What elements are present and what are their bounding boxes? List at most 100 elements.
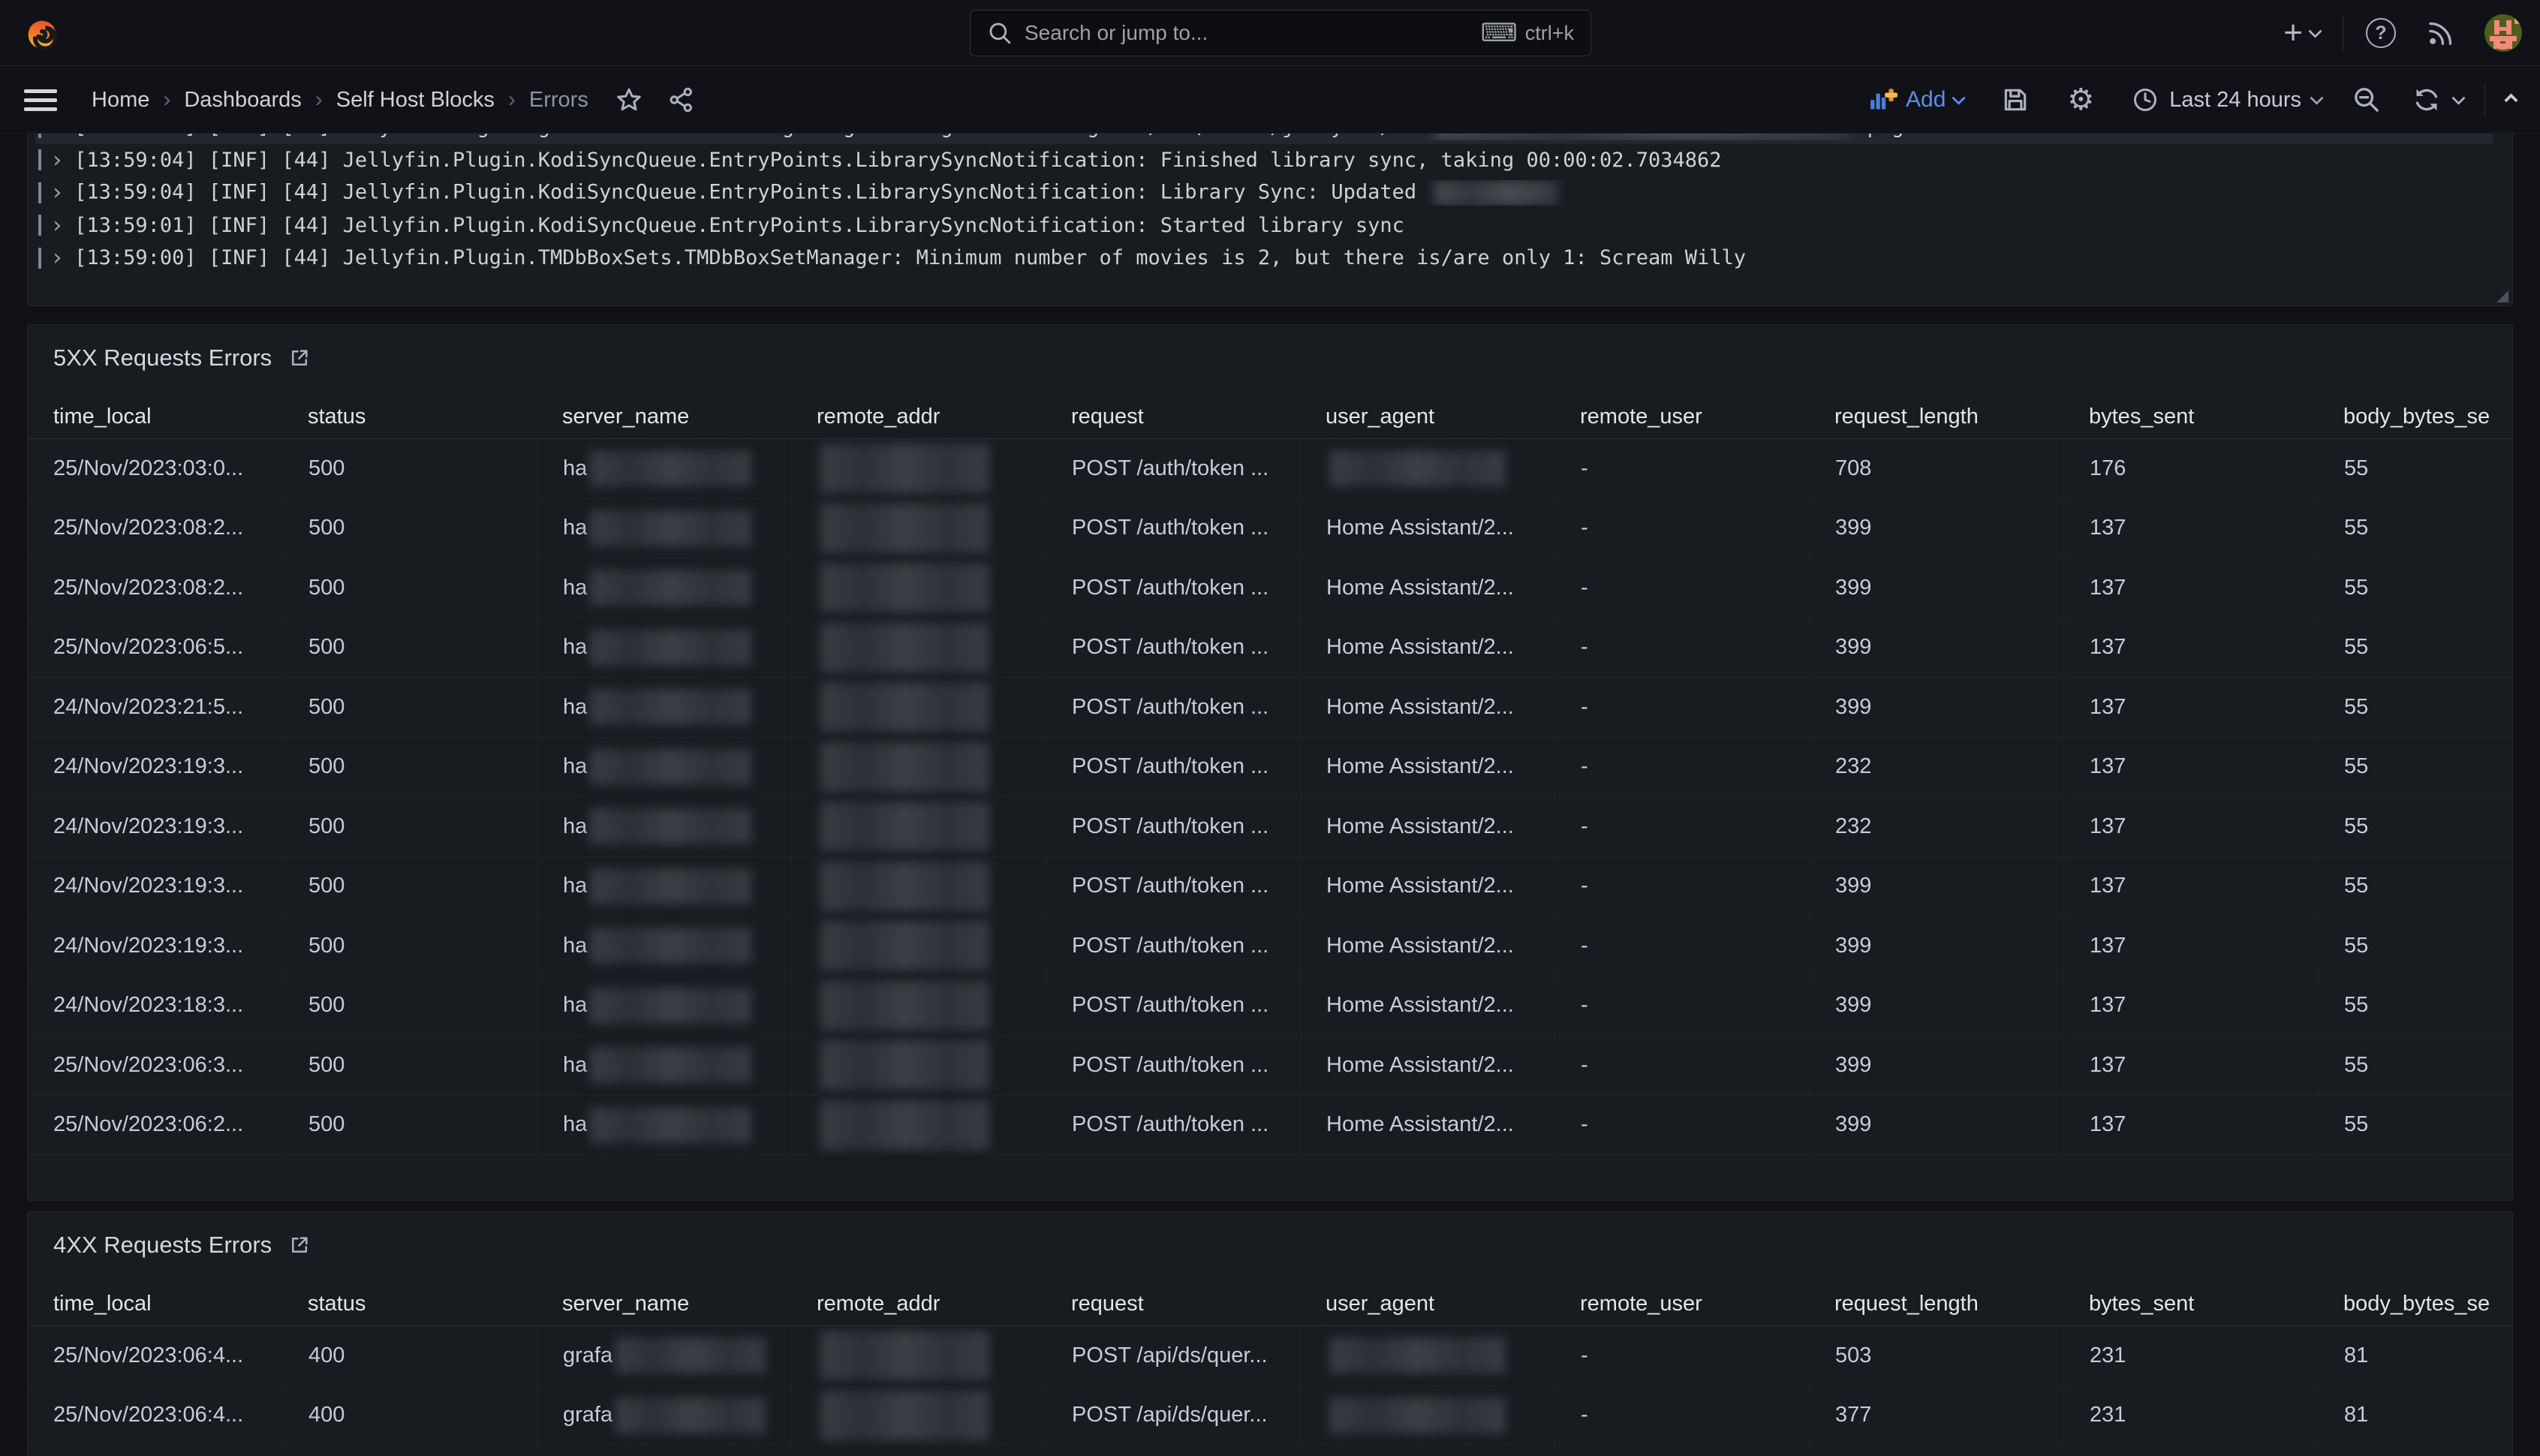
add-panel-icon — [1869, 87, 1897, 113]
column-header[interactable]: bytes_sent — [2063, 1283, 2318, 1325]
table-cell: 500 — [282, 1036, 537, 1095]
time-range-picker[interactable]: Last 24 hours — [2132, 86, 2322, 113]
table-cell: 231 — [2063, 1326, 2318, 1385]
table-row: 24/Nov/2023:19:3...500haPOST /auth/token… — [28, 916, 2512, 976]
table-cell — [791, 976, 1046, 1036]
column-header[interactable]: remote_user — [1554, 1283, 1809, 1325]
table-cell: 500 — [282, 738, 537, 797]
4xx-table: time_localstatusserver_nameremote_addrre… — [28, 1283, 2512, 1445]
log-row[interactable]: ›[13:59:04] [INF] [44] Jellyfin.Plugin.K… — [35, 176, 2493, 209]
table-cell: 500 — [282, 439, 537, 498]
table-cell: 55 — [2318, 1096, 2513, 1155]
breadcrumb-item[interactable]: Self Host Blocks — [336, 88, 495, 113]
column-header[interactable]: request_length — [1809, 1283, 2063, 1325]
table-row: 25/Nov/2023:06:4...400grafaPOST /api/ds/… — [28, 1326, 2512, 1386]
table-cell: ha — [537, 976, 791, 1036]
column-header[interactable]: time_local — [28, 1283, 282, 1325]
add-button[interactable]: Add — [1869, 87, 1964, 113]
table-cell: 137 — [2063, 1036, 2318, 1095]
column-header[interactable]: remote_addr — [791, 1283, 1046, 1325]
refresh-button[interactable] — [2412, 85, 2442, 115]
expand-chevron-icon[interactable]: › — [50, 245, 64, 271]
star-icon[interactable] — [615, 86, 643, 113]
breadcrumb-item[interactable]: Errors — [529, 88, 588, 113]
external-link-icon[interactable] — [288, 347, 311, 369]
column-header[interactable]: request — [1046, 396, 1300, 438]
search-input[interactable]: Search or jump to... ⌨ ctrl+k — [970, 10, 1591, 56]
table-cell: 232 — [1809, 797, 2063, 856]
redacted-cell — [590, 988, 751, 1024]
log-level-bar — [38, 248, 41, 269]
redacted-cell — [820, 563, 989, 612]
table-cell: - — [1554, 1326, 1809, 1385]
column-header[interactable]: server_name — [537, 396, 791, 438]
column-header[interactable]: time_local — [28, 396, 282, 438]
save-icon — [2001, 86, 2030, 114]
table-cell — [791, 1096, 1046, 1155]
refresh-interval-button[interactable] — [2454, 95, 2463, 105]
table-cell: 81 — [2318, 1386, 2513, 1445]
redacted-cell — [1329, 1397, 1506, 1433]
table-cell: 137 — [2063, 499, 2318, 558]
table-cell — [791, 678, 1046, 737]
column-header[interactable]: status — [282, 396, 537, 438]
share-icon[interactable] — [668, 86, 695, 113]
table-cell: 55 — [2318, 558, 2513, 618]
column-header[interactable]: user_agent — [1300, 396, 1554, 438]
table-cell: 137 — [2063, 1096, 2318, 1155]
table-cell: POST /auth/token ... — [1046, 678, 1300, 737]
column-header[interactable]: body_bytes_se — [2318, 1283, 2513, 1325]
column-header[interactable]: request — [1046, 1283, 1300, 1325]
breadcrumb-actions — [615, 86, 695, 113]
4xx-errors-panel: 4XX Requests Errors time_localstatusserv… — [27, 1211, 2513, 1456]
column-header[interactable]: body_bytes_se — [2318, 396, 2513, 438]
log-row[interactable]: ›[13:59:00] [INF] [44] Jellyfin.Plugin.T… — [35, 242, 2493, 275]
add-label: Add — [1906, 87, 1946, 113]
expand-chevron-icon[interactable]: › — [50, 212, 64, 239]
breadcrumb-item[interactable]: Dashboards — [184, 88, 301, 113]
column-header[interactable]: remote_user — [1554, 396, 1809, 438]
log-row[interactable]: › [13:59:12] [INF] [70] Emby.Drawing.Imag… — [35, 134, 2493, 144]
table-row: 24/Nov/2023:21:5...500haPOST /auth/token… — [28, 678, 2512, 738]
column-header[interactable]: remote_addr — [791, 396, 1046, 438]
external-link-icon[interactable] — [288, 1234, 311, 1256]
news-button[interactable] — [2426, 18, 2456, 48]
column-header[interactable]: status — [282, 1283, 537, 1325]
table-header-row: time_localstatusserver_nameremote_addrre… — [28, 396, 2512, 439]
table-row: 24/Nov/2023:19:3...500haPOST /auth/token… — [28, 857, 2512, 917]
redacted-cell — [820, 1391, 989, 1440]
log-line-text: [13:59:12] [INF] [70] Emby.Drawing.Image… — [74, 134, 1903, 140]
table-header-row: time_localstatusserver_nameremote_addrre… — [28, 1283, 2512, 1326]
grafana-logo-icon[interactable] — [23, 14, 62, 53]
table-cell: 399 — [1809, 499, 2063, 558]
breadcrumb-item[interactable]: Home — [92, 88, 149, 113]
new-menu-button[interactable]: + — [2283, 17, 2320, 50]
panel-title[interactable]: 5XX Requests Errors — [53, 344, 272, 372]
table-cell: 25/Nov/2023:08:2... — [28, 499, 282, 558]
column-header[interactable]: server_name — [537, 1283, 791, 1325]
collapse-toolbar-button[interactable] — [2506, 95, 2516, 105]
menu-toggle-button[interactable] — [24, 89, 57, 111]
redacted-cell — [820, 802, 989, 851]
table-cell: ha — [537, 738, 791, 797]
table-cell: 400 — [282, 1386, 537, 1445]
expand-chevron-icon[interactable]: › — [50, 134, 64, 140]
plus-icon: + — [2283, 17, 2303, 50]
breadcrumb-separator: › — [163, 87, 170, 113]
column-header[interactable]: bytes_sent — [2063, 396, 2318, 438]
redacted-cell — [820, 623, 989, 672]
panel-title[interactable]: 4XX Requests Errors — [53, 1232, 272, 1259]
panel-resize-handle[interactable] — [2496, 290, 2508, 302]
expand-chevron-icon[interactable]: › — [50, 147, 64, 173]
save-dashboard-button[interactable] — [2001, 86, 2030, 114]
log-row[interactable]: ›[13:59:01] [INF] [44] Jellyfin.Plugin.K… — [35, 209, 2493, 242]
table-cell: POST /auth/token ... — [1046, 618, 1300, 678]
expand-chevron-icon[interactable]: › — [50, 179, 64, 206]
help-button[interactable]: ? — [2366, 18, 2396, 48]
column-header[interactable]: user_agent — [1300, 1283, 1554, 1325]
column-header[interactable]: request_length — [1809, 396, 2063, 438]
dashboard-settings-button[interactable]: ⚙ — [2067, 83, 2094, 117]
user-avatar[interactable] — [2484, 14, 2522, 52]
zoom-out-button[interactable] — [2352, 85, 2382, 115]
log-row[interactable]: ›[13:59:04] [INF] [44] Jellyfin.Plugin.K… — [35, 144, 2493, 177]
